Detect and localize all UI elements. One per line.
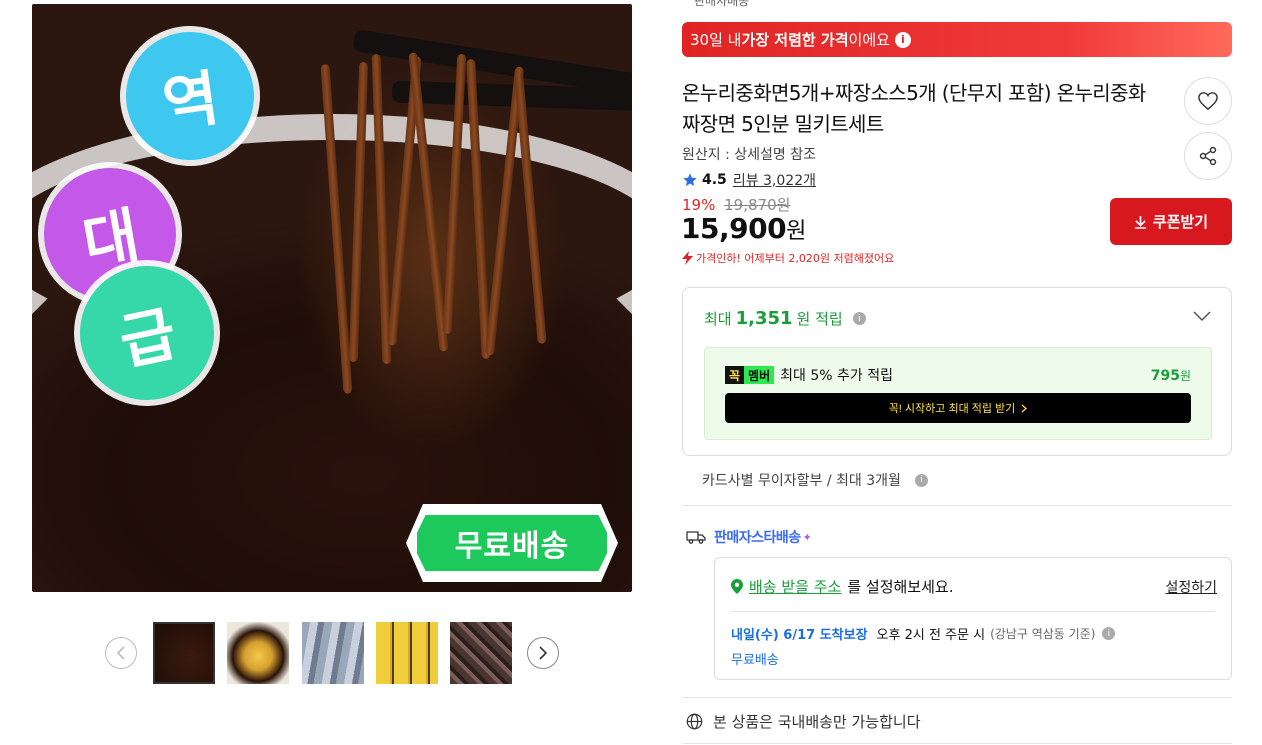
thumbnail-2[interactable]: [227, 622, 289, 684]
price-drop-note: 가격인하! 어제부터 2,020원 저렴해졌어요: [682, 250, 894, 266]
banner-pre-text: 30일 내: [690, 31, 742, 49]
rating-row: 4.5 리뷰 3,022개: [682, 170, 816, 190]
address-suffix: 를 설정해보세요.: [847, 578, 954, 596]
origin-info: 원산지 : 상세설명 참조: [682, 147, 816, 163]
divider: [731, 611, 1215, 612]
membership-badge: 꼭 멤버: [725, 366, 775, 384]
reward-box: 최대 1,351 원 적립 i 꼭 멤버 최대 5% 추가 적립 795원 꼭! …: [682, 287, 1232, 456]
thumbnail-1[interactable]: [153, 622, 215, 684]
divider: [682, 505, 1232, 506]
shipping-type-row: 판매자스타배송 ✦: [686, 527, 812, 547]
chevron-down-icon[interactable]: [1193, 310, 1211, 322]
reward-header[interactable]: 최대 1,351 원 적립 i: [704, 308, 866, 329]
share-icon: [1199, 146, 1217, 166]
main-product-image[interactable]: 역 대 급 무료배송: [32, 4, 632, 592]
sale-price: 15,900원: [681, 212, 806, 245]
banner-post-text: 이에요: [848, 31, 890, 49]
info-icon[interactable]: i: [852, 312, 866, 325]
info-icon[interactable]: i: [894, 31, 911, 48]
heart-icon: [1198, 92, 1218, 111]
free-shipping-banner: 무료배송: [412, 510, 612, 576]
coupon-button[interactable]: 쿠폰받기: [1110, 198, 1232, 245]
shipping-box: 배송 받을 주소 를 설정해보세요. 설정하기 내일(수) 6/17 도착보장 …: [714, 557, 1232, 680]
membership-row: 꼭 멤버 최대 5% 추가 적립 795원: [725, 365, 1191, 385]
chevron-left-icon: [116, 646, 125, 660]
membership-amount-value: 795: [1150, 367, 1180, 384]
free-shipping-label: 무료배송: [731, 653, 779, 668]
location-pin-icon: [731, 579, 743, 594]
domestic-note-row: 본 상품은 국내배송만 가능합니다: [686, 711, 921, 732]
lowest-price-banner: 30일 내 가장 저렴한 가격 이에요 i: [682, 22, 1232, 57]
address-row: 배송 받을 주소 를 설정해보세요.: [731, 576, 953, 597]
banner-bold-text: 가장 저렴한 가격: [741, 31, 849, 49]
chevron-right-icon: [539, 646, 548, 660]
sale-price-value: 15,900: [681, 212, 787, 245]
thumbnail-5[interactable]: [450, 622, 512, 684]
membership-cta-label: 꼭! 시작하고 최대 적립 받기: [888, 403, 1016, 415]
membership-text: 최대 5% 추가 적립: [780, 368, 893, 384]
lightning-icon: [682, 251, 693, 265]
info-icon[interactable]: i: [914, 473, 928, 487]
membership-box: 꼭 멤버 최대 5% 추가 적립 795원 꼭! 시작하고 최대 적립 받기: [704, 347, 1212, 440]
arrival-row: 내일(수) 6/17 도착보장 오후 2시 전 주문 시 (강남구 역삼동 기준…: [731, 624, 1116, 643]
share-button[interactable]: [1184, 132, 1232, 180]
domestic-note: 본 상품은 국내배송만 가능합니다: [713, 713, 921, 731]
arrival-note: (강남구 역삼동 기준): [990, 627, 1096, 641]
wishlist-button[interactable]: [1184, 77, 1232, 125]
address-link[interactable]: 배송 받을 주소: [749, 576, 841, 597]
arrival-date: 내일(수) 6/17 도착보장: [731, 628, 868, 643]
installment-text: 카드사별 무이자할부 / 최대 3개월: [702, 473, 901, 489]
set-address-link[interactable]: 설정하기: [1165, 577, 1217, 597]
membership-amount: 795원: [1151, 367, 1191, 384]
sparkle-icon: ✦: [802, 530, 812, 544]
sale-price-unit: 원: [786, 219, 806, 244]
divider: [682, 743, 1232, 744]
chevron-right-icon: [1021, 404, 1028, 412]
truck-icon: [686, 531, 706, 544]
reward-post: 원 적립: [796, 310, 843, 328]
download-icon: [1134, 215, 1146, 229]
thumbnail-4[interactable]: [376, 622, 438, 684]
reward-amount: 1,351: [735, 308, 793, 329]
star-icon: [683, 173, 697, 186]
installment-info: 카드사별 무이자할부 / 최대 3개월 i: [702, 470, 928, 490]
arrival-condition: 오후 2시 전 주문 시: [876, 628, 986, 643]
thumbnail-prev-button[interactable]: [105, 637, 137, 669]
divider: [682, 697, 1232, 698]
membership-cta-button[interactable]: 꼭! 시작하고 최대 적립 받기: [725, 393, 1191, 423]
thumbnail-3[interactable]: [302, 622, 364, 684]
star-delivery-label: 판매자스타배송: [714, 530, 801, 546]
coupon-label: 쿠폰받기: [1152, 214, 1209, 231]
seller-delivery-label: 판매자배송: [694, 0, 750, 8]
globe-icon: [686, 713, 703, 730]
rating-score: 4.5: [702, 172, 727, 188]
thumbnail-next-button[interactable]: [527, 637, 559, 669]
membership-badge-b: 멤버: [744, 366, 775, 384]
review-link[interactable]: 리뷰 3,022개: [733, 170, 816, 190]
reward-pre: 최대: [704, 310, 732, 328]
product-title: 온누리중화면5개+짜장소스5개 (단무지 포함) 온누리중화 짜장면 5인분 밀…: [682, 81, 1146, 136]
membership-badge-a: 꼭: [725, 366, 745, 384]
price-drop-text: 가격인하! 어제부터 2,020원 저렴해졌어요: [696, 252, 895, 265]
membership-amount-unit: 원: [1179, 368, 1191, 383]
info-icon[interactable]: i: [1102, 627, 1116, 640]
thumbnail-strip: [105, 622, 565, 686]
